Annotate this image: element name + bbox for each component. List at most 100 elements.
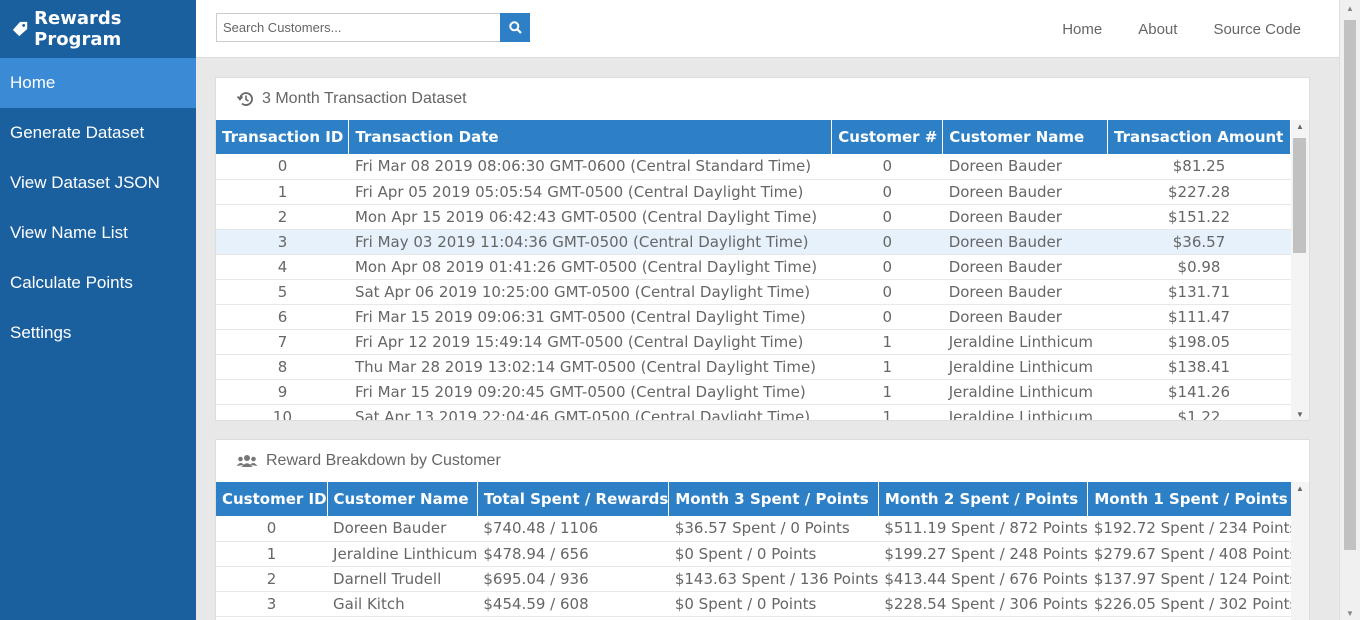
scroll-down-icon[interactable]: ▼: [1296, 410, 1304, 419]
table-cell: $143.63 Spent / 136 Points: [668, 566, 879, 592]
table-row[interactable]: 7 Fri Apr 12 2019 15:49:14 GMT-0500 (Cent…: [216, 329, 1291, 355]
table-row[interactable]: 10 Sat Apr 13 2019 22:04:46 GMT-0500 (Cen…: [216, 404, 1291, 420]
table-cell: 0: [831, 254, 943, 280]
table-cell: 1: [831, 404, 943, 420]
table-cell: Sat Apr 06 2019 10:25:00 GMT-0500 (Centr…: [348, 279, 832, 305]
table-cell: 6: [216, 304, 349, 330]
table-cell: $454.59 / 608: [477, 591, 669, 617]
table-row[interactable]: 1 Fri Apr 05 2019 05:05:54 GMT-0500 (Cent…: [216, 179, 1291, 205]
column-header[interactable]: Month 3 Spent / Points: [668, 482, 879, 516]
column-header[interactable]: Total Spent / Rewards: [477, 482, 670, 516]
nav-about-link[interactable]: About: [1138, 21, 1177, 38]
top-nav: Home About Source Code: [1026, 0, 1301, 58]
search-icon: [508, 21, 522, 34]
sidebar-item-view-name-list[interactable]: View Name List: [0, 208, 196, 258]
table-cell: 0: [831, 279, 943, 305]
table-cell: Doreen Bauder: [942, 229, 1108, 255]
table-cell: $279.67 Spent / 408 Points: [1087, 541, 1298, 567]
table-cell: $137.97 Spent / 124 Points: [1087, 566, 1298, 592]
table-cell: 4: [216, 254, 349, 280]
sidebar-item-view-dataset-json[interactable]: View Dataset JSON: [0, 158, 196, 208]
table-cell: 1: [216, 179, 349, 205]
scrollbar-thumb[interactable]: [1293, 138, 1306, 253]
table-row[interactable]: 0 Fri Mar 08 2019 08:06:30 GMT-0600 (Cent…: [216, 154, 1291, 180]
nav-home-link[interactable]: Home: [1062, 21, 1102, 38]
scrollbar-thumb[interactable]: [1344, 20, 1356, 550]
table-cell: 0: [216, 154, 349, 180]
column-header[interactable]: Customer ID: [216, 482, 328, 516]
rewards-table: Customer ID Customer Name Total Spent / Re…: [216, 482, 1298, 617]
table-row[interactable]: 2 Darnell Trudell $695.04 / 936 $143.63 Spe…: [216, 566, 1298, 592]
sidebar-item-settings[interactable]: Settings: [0, 308, 196, 358]
table-cell: $36.57 Spent / 0 Points: [668, 516, 879, 542]
sidebar-item-label: Calculate Points: [10, 273, 133, 292]
panel-header: Reward Breakdown by Customer: [216, 440, 1309, 482]
column-header[interactable]: Transaction ID: [216, 120, 350, 154]
table-cell: $226.05 Spent / 302 Points: [1087, 591, 1298, 617]
brand[interactable]: Rewards Program: [0, 0, 196, 58]
table-row[interactable]: 2 Mon Apr 15 2019 06:42:43 GMT-0500 (Cent…: [216, 204, 1291, 230]
table-scrollbar[interactable]: ▲: [1291, 482, 1309, 620]
history-icon: [236, 92, 253, 106]
table-cell: $0 Spent / 0 Points: [668, 541, 879, 567]
table-cell: Jeraldine Linthicum: [942, 354, 1108, 380]
sidebar-item-label: Generate Dataset: [10, 123, 145, 142]
table-cell: Fri Mar 08 2019 08:06:30 GMT-0600 (Centr…: [348, 154, 832, 180]
table-row[interactable]: 3 Gail Kitch $454.59 / 608 $0 Spent / 0 Poi…: [216, 591, 1298, 617]
table-cell: Doreen Bauder: [327, 516, 478, 542]
column-header[interactable]: Month 2 Spent / Points: [878, 482, 1089, 516]
scroll-up-icon[interactable]: ▲: [1346, 4, 1354, 13]
table-cell: 1: [831, 379, 943, 405]
table-row[interactable]: 1 Jeraldine Linthicum $478.94 / 656 $0 Spen…: [216, 541, 1298, 567]
table-cell: Doreen Bauder: [942, 254, 1108, 280]
table-cell: 8: [216, 354, 349, 380]
sidebar-item-generate-dataset[interactable]: Generate Dataset: [0, 108, 196, 158]
transactions-table: Transaction ID Transaction Date Customer #…: [216, 120, 1291, 420]
scroll-down-icon[interactable]: ▼: [1346, 609, 1354, 618]
scroll-up-icon[interactable]: ▲: [1296, 484, 1304, 493]
table-cell: $138.41: [1107, 354, 1291, 380]
table-row[interactable]: 4 Mon Apr 08 2019 01:41:26 GMT-0500 (Cent…: [216, 254, 1291, 280]
column-header[interactable]: Transaction Date: [348, 120, 833, 154]
column-header[interactable]: Customer Name: [327, 482, 478, 516]
table-cell: $192.72 Spent / 234 Points: [1087, 516, 1298, 542]
table-row[interactable]: 9 Fri Mar 15 2019 09:20:45 GMT-0500 (Cent…: [216, 379, 1291, 405]
table-cell: Doreen Bauder: [942, 204, 1108, 230]
table-cell: $198.05: [1107, 329, 1291, 355]
table-cell: Fri Mar 15 2019 09:06:31 GMT-0500 (Centr…: [348, 304, 832, 330]
table-cell: 0: [831, 204, 943, 230]
column-header[interactable]: Customer Name: [942, 120, 1109, 154]
transactions-table-wrap[interactable]: Transaction ID Transaction Date Customer #…: [216, 120, 1309, 420]
brand-title: Rewards Program: [34, 8, 122, 50]
nav-source-code-link[interactable]: Source Code: [1213, 21, 1301, 38]
page-scrollbar[interactable]: ▲ ▼: [1339, 0, 1360, 620]
panel-header: 3 Month Transaction Dataset: [216, 78, 1309, 120]
table-scrollbar[interactable]: ▲ ▼: [1291, 120, 1309, 420]
table-row[interactable]: 3 Fri May 03 2019 11:04:36 GMT-0500 (Cent…: [216, 229, 1291, 255]
table-cell: Jeraldine Linthicum: [942, 379, 1108, 405]
sidebar-item-calculate-points[interactable]: Calculate Points: [0, 258, 196, 308]
table-row[interactable]: 5 Sat Apr 06 2019 10:25:00 GMT-0500 (Cent…: [216, 279, 1291, 305]
search-bar: [216, 13, 530, 42]
sidebar-item-home[interactable]: Home: [0, 58, 196, 108]
column-header[interactable]: Transaction Amount: [1107, 120, 1291, 154]
table-cell: Doreen Bauder: [942, 179, 1108, 205]
table-row[interactable]: 0 Doreen Bauder $740.48 / 1106 $36.57 Spent…: [216, 516, 1298, 542]
scroll-up-icon[interactable]: ▲: [1296, 122, 1304, 131]
table-cell: $413.44 Spent / 676 Points: [878, 566, 1088, 592]
table-cell: $227.28: [1107, 179, 1291, 205]
column-header[interactable]: Month 1 Spent / Points: [1087, 482, 1298, 516]
table-cell: 3: [216, 591, 328, 617]
table-cell: $511.19 Spent / 872 Points: [878, 516, 1088, 542]
table-cell: Gail Kitch: [327, 591, 478, 617]
column-header[interactable]: Customer #: [831, 120, 944, 154]
table-cell: 0: [831, 229, 943, 255]
rewards-table-wrap[interactable]: Customer ID Customer Name Total Spent / Re…: [216, 482, 1309, 620]
search-button[interactable]: [500, 13, 530, 42]
table-cell: 7: [216, 329, 349, 355]
table-cell: Mon Apr 15 2019 06:42:43 GMT-0500 (Centr…: [348, 204, 832, 230]
table-cell: $81.25: [1107, 154, 1291, 180]
table-row[interactable]: 8 Thu Mar 28 2019 13:02:14 GMT-0500 (Cent…: [216, 354, 1291, 380]
search-input[interactable]: [216, 13, 500, 42]
table-row[interactable]: 6 Fri Mar 15 2019 09:06:31 GMT-0500 (Cent…: [216, 304, 1291, 330]
